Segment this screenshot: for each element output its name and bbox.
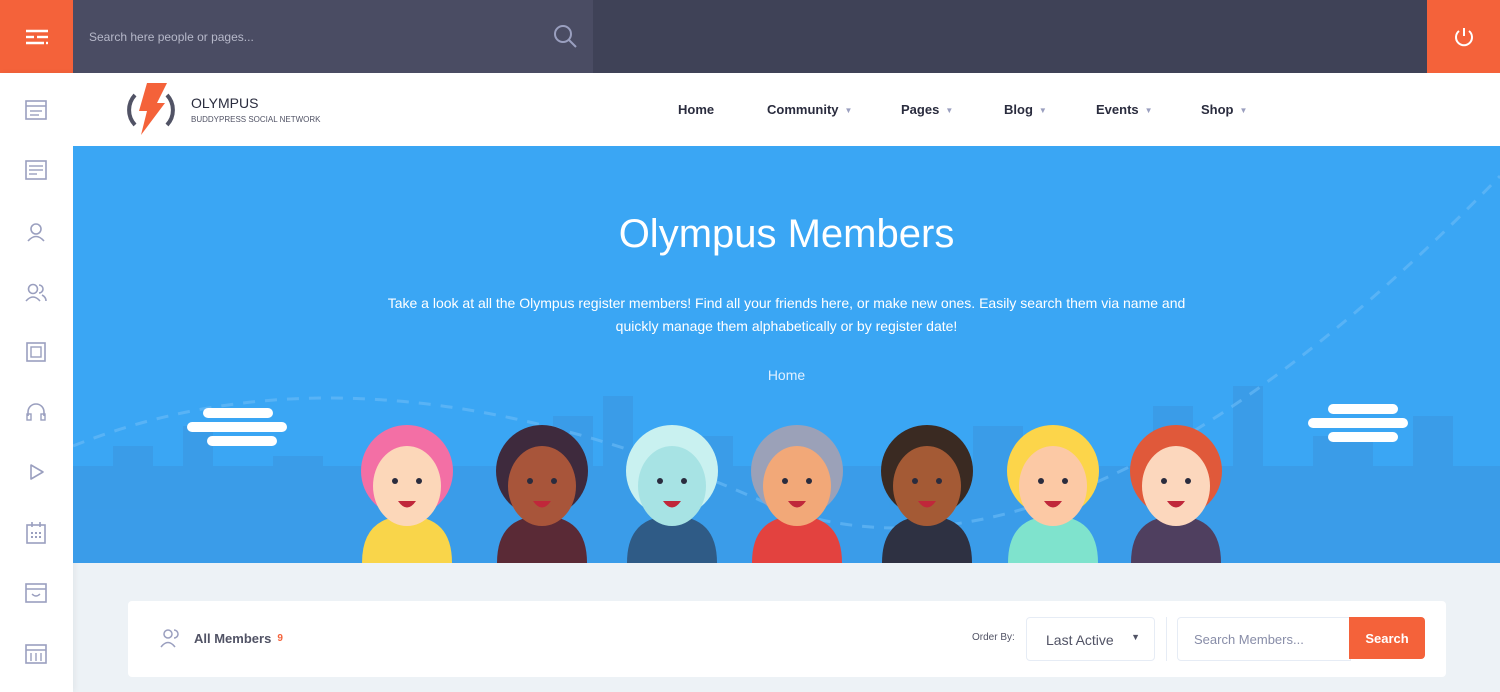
member-avatar-part [681,478,687,484]
nav-events[interactable]: Events ▼ [1096,102,1153,117]
sidebar-video-icon[interactable] [24,460,48,484]
members-toolbar: All Members 9 Order By: Last Active ▼ Sea… [128,601,1446,677]
chevron-down-icon: ▼ [1144,106,1153,116]
member-avatar-part [1019,446,1087,526]
hero-banner: Olympus Members Take a look at all the O… [73,146,1500,563]
all-members-label: All Members [194,630,272,646]
member-avatar-part [1062,478,1068,484]
nav-home[interactable]: Home [678,102,714,117]
sidebar-music-icon[interactable] [24,400,48,424]
members-icon [160,629,179,648]
page-description: Take a look at all the Olympus register … [387,295,1186,334]
brand-tagline: BUDDYPRESS SOCIAL NETWORK [191,114,321,124]
brand-name: OLYMPUS [191,94,259,111]
nav-blog[interactable]: Blog ▼ [1004,102,1047,117]
global-search [73,0,593,73]
member-avatar-part [893,446,961,526]
nav-label: Pages [901,102,940,117]
chevron-down-icon: ▼ [844,106,853,116]
chevron-down-icon: ▼ [1131,632,1140,642]
nav-community[interactable]: Community ▼ [767,102,852,117]
member-avatar-part [1038,478,1044,484]
sidebar-photos-icon[interactable] [24,340,48,364]
sidebar-grid-icon[interactable] [24,642,48,666]
member-avatar-part [1161,478,1167,484]
site-header: OLYMPUS BUDDYPRESS SOCIAL NETWORK Home C… [73,73,1500,146]
member-avatar-part [373,446,441,526]
member-avatar-part [912,478,918,484]
member-avatar-part [657,478,663,484]
search-members-button[interactable]: Search [1349,617,1425,659]
member-avatar-part [763,446,831,526]
left-sidebar [0,73,73,692]
chevron-down-icon: ▼ [945,106,954,116]
search-members-input[interactable] [1177,617,1351,661]
member-avatar-part [806,478,812,484]
power-icon [1454,27,1473,46]
divider [1166,617,1167,661]
nav-label: Blog [1004,102,1033,117]
sidebar-friends-icon[interactable] [24,280,48,304]
page-title: Olympus Members [618,212,955,256]
nav-label: Events [1096,102,1139,117]
sidebar-user-icon[interactable] [24,220,48,244]
member-avatar-part [936,478,942,484]
breadcrumb[interactable]: Home [73,367,1500,383]
member-avatar-part [1185,478,1191,484]
olympus-logo-icon [127,83,175,135]
member-avatar-part [551,478,557,484]
nav-label: Home [678,102,715,117]
nav-shop[interactable]: Shop ▼ [1201,102,1247,117]
top-bar [0,0,1500,73]
sidebar-pages-icon[interactable] [24,158,48,182]
sidebar-newsfeed-icon[interactable] [24,98,48,122]
sidebar-forum-icon[interactable] [24,581,48,605]
member-avatar-part [1142,446,1210,526]
sidebar-calendar-icon[interactable] [24,521,48,545]
nav-label: Community [767,102,839,117]
city-skyline-illustration [73,174,1500,563]
order-by-label: Order By: [972,632,1015,643]
member-avatar-part [416,478,422,484]
order-by-value: Last Active [1046,632,1114,648]
all-members-tab[interactable]: All Members 9 [160,628,283,648]
nav-label: Shop [1201,102,1234,117]
member-avatar-part [508,446,576,526]
menu-icon [25,29,48,44]
nav-pages[interactable]: Pages ▼ [901,102,953,117]
chevron-down-icon: ▼ [1239,106,1248,116]
power-button[interactable] [1427,0,1500,73]
member-avatar-part [782,478,788,484]
member-avatar-part [527,478,533,484]
search-icon[interactable] [553,24,579,50]
menu-toggle-button[interactable] [0,0,73,73]
member-avatar-part [392,478,398,484]
global-search-input[interactable] [89,29,529,44]
chevron-down-icon: ▼ [1038,106,1047,116]
site-logo[interactable]: OLYMPUS BUDDYPRESS SOCIAL NETWORK [123,81,321,137]
member-avatar-part [638,446,706,526]
order-by-select[interactable]: Last Active ▼ [1026,617,1155,661]
members-count: 9 [277,632,283,644]
